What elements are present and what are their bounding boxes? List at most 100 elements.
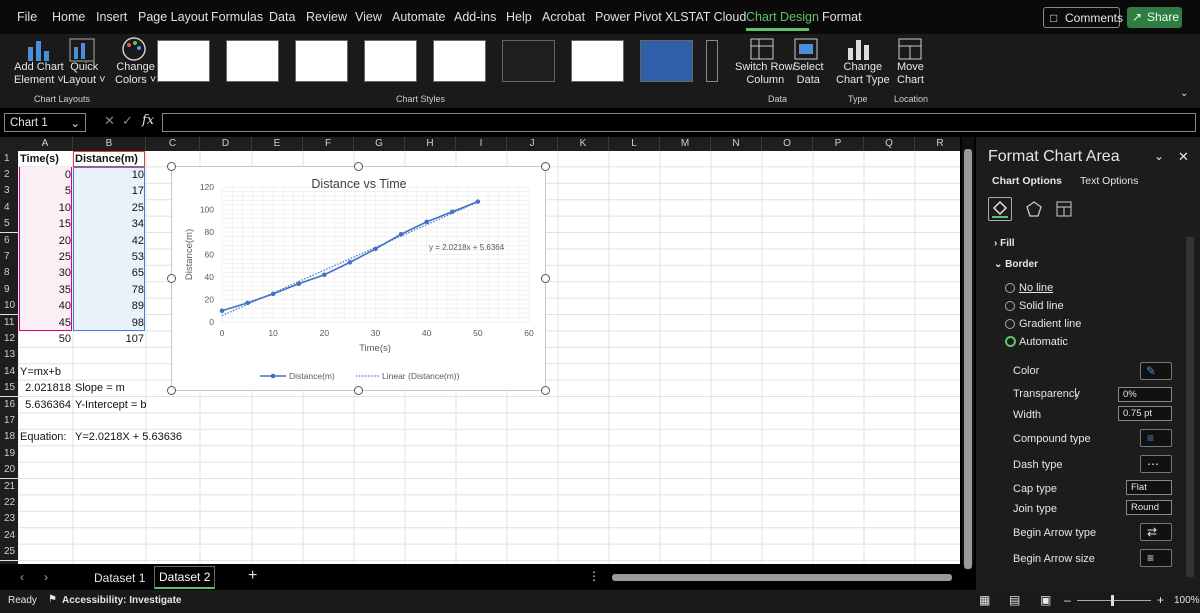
- join-type-select[interactable]: Round: [1126, 500, 1172, 515]
- cell-intercept-label[interactable]: Y-Intercept = b: [75, 397, 195, 413]
- menu-page-layout[interactable]: Page Layout: [138, 10, 208, 24]
- add-sheet-button[interactable]: +: [248, 567, 257, 585]
- quick-layout-button[interactable]: Quick Layout ˅: [63, 61, 106, 87]
- column-header-P[interactable]: P: [813, 137, 864, 151]
- resize-handle[interactable]: [167, 274, 176, 283]
- row-header-20[interactable]: 20: [0, 462, 18, 479]
- menu-acrobat[interactable]: Acrobat: [542, 10, 585, 24]
- chart-style-2[interactable]: [226, 40, 279, 82]
- cell-time[interactable]: 15: [20, 216, 71, 232]
- chart-styles-scroll[interactable]: [706, 40, 718, 82]
- sheet-tab-dataset-1[interactable]: Dataset 1: [94, 571, 145, 585]
- column-header-L[interactable]: L: [609, 137, 660, 151]
- vertical-scrollbar[interactable]: [962, 137, 974, 569]
- change-chart-type-button[interactable]: Change Chart Type: [836, 61, 890, 87]
- accessibility-status[interactable]: Accessibility: Investigate: [62, 595, 182, 606]
- column-header-F[interactable]: F: [303, 137, 354, 151]
- enter-icon[interactable]: ✓: [122, 113, 133, 129]
- menu-addins[interactable]: Add-ins: [454, 10, 496, 24]
- normal-view-icon[interactable]: ▦: [979, 593, 990, 607]
- size-properties-icon[interactable]: [1054, 199, 1074, 219]
- dash-type-button[interactable]: ⋯: [1140, 455, 1172, 473]
- column-header-N[interactable]: N: [711, 137, 762, 151]
- cell-distance[interactable]: 10: [75, 167, 144, 183]
- row-header-12[interactable]: 12: [0, 330, 18, 348]
- cell-distance[interactable]: 107: [75, 331, 144, 347]
- row-header-23[interactable]: 23: [0, 511, 18, 528]
- column-header-K[interactable]: K: [558, 137, 609, 151]
- resize-handle[interactable]: [541, 274, 550, 283]
- fill-section[interactable]: › Fill: [994, 238, 1015, 249]
- resize-handle[interactable]: [354, 162, 363, 171]
- row-header-21[interactable]: 21: [0, 478, 18, 495]
- border-section[interactable]: ⌄ Border: [994, 259, 1038, 270]
- tab-text-options[interactable]: Text Options: [1080, 175, 1138, 187]
- cell-time[interactable]: 35: [20, 282, 71, 298]
- horizontal-scrollbar[interactable]: [612, 574, 952, 581]
- chart-style-5[interactable]: [433, 40, 486, 82]
- resize-handle[interactable]: [354, 386, 363, 395]
- menu-automate[interactable]: Automate: [392, 10, 446, 24]
- cell-time[interactable]: 45: [20, 315, 71, 331]
- cell-time[interactable]: 25: [20, 249, 71, 265]
- prev-sheet-icon[interactable]: ‹: [20, 570, 24, 584]
- fill-line-tab[interactable]: [988, 197, 1012, 221]
- function-icon[interactable]: fx: [142, 113, 154, 128]
- resize-handle[interactable]: [541, 162, 550, 171]
- menu-format[interactable]: Format: [822, 10, 862, 24]
- row-header-13[interactable]: 13: [0, 347, 18, 364]
- select-data-button[interactable]: Select Data: [793, 61, 824, 87]
- row-header-3[interactable]: 3: [0, 183, 18, 200]
- row-header-4[interactable]: 4: [0, 199, 18, 217]
- page-layout-view-icon[interactable]: ▤: [1009, 593, 1020, 607]
- width-input[interactable]: 0.75 pt: [1118, 406, 1172, 421]
- menu-xlstat[interactable]: XLSTAT Cloud: [665, 10, 746, 24]
- chart-style-3[interactable]: [295, 40, 348, 82]
- row-header-8[interactable]: 8: [0, 265, 18, 282]
- row-header-10[interactable]: 10: [0, 298, 18, 315]
- row-header-24[interactable]: 24: [0, 527, 18, 545]
- column-header-C[interactable]: C: [146, 137, 200, 151]
- menu-review[interactable]: Review: [306, 10, 347, 24]
- chart-style-8[interactable]: [640, 40, 693, 82]
- row-header-17[interactable]: 17: [0, 412, 18, 430]
- row-header-1[interactable]: 1: [0, 150, 18, 167]
- cell-distance[interactable]: 98: [75, 315, 144, 331]
- tab-chart-options[interactable]: Chart Options: [992, 175, 1062, 187]
- move-chart-button[interactable]: Move Chart: [897, 61, 924, 87]
- column-header-M[interactable]: M: [660, 137, 711, 151]
- row-header-15[interactable]: 15: [0, 380, 18, 397]
- row-header-14[interactable]: 14: [0, 363, 18, 381]
- more-options-icon[interactable]: ⋮: [588, 569, 600, 583]
- resize-handle[interactable]: [541, 386, 550, 395]
- cell-time[interactable]: 30: [20, 265, 71, 281]
- cell-slope-value[interactable]: 2.021818: [20, 380, 71, 396]
- cell-time[interactable]: 40: [20, 298, 71, 314]
- compound-type-button[interactable]: ≡: [1140, 429, 1172, 447]
- chart-style-7[interactable]: [571, 40, 624, 82]
- column-header-D[interactable]: D: [200, 137, 252, 151]
- page-break-view-icon[interactable]: ▣: [1040, 593, 1051, 607]
- cell-header-distance[interactable]: Distance(m): [75, 151, 144, 167]
- menu-power-pivot[interactable]: Power Pivot: [595, 10, 662, 24]
- menu-formulas[interactable]: Formulas: [211, 10, 263, 24]
- menu-chart-design[interactable]: Chart Design: [746, 10, 819, 24]
- cell-time[interactable]: 5: [20, 183, 71, 199]
- menu-home[interactable]: Home: [52, 10, 85, 24]
- column-header-A[interactable]: A: [18, 137, 73, 151]
- cell-distance[interactable]: 65: [75, 265, 144, 281]
- switch-row-column-button[interactable]: Switch Row/Column: [735, 61, 796, 87]
- row-header-19[interactable]: 19: [0, 445, 18, 463]
- pane-scrollbar[interactable]: [1186, 237, 1194, 577]
- cell-distance[interactable]: 53: [75, 249, 144, 265]
- cell-time[interactable]: 0: [20, 167, 71, 183]
- cap-type-select[interactable]: Flat: [1126, 480, 1172, 495]
- row-header-5[interactable]: 5: [0, 216, 18, 233]
- cell-distance[interactable]: 78: [75, 282, 144, 298]
- name-box[interactable]: Chart 1 ⌄: [4, 113, 86, 132]
- cell-note[interactable]: Y=mx+b: [20, 364, 140, 380]
- formula-input[interactable]: [162, 113, 1196, 132]
- cell-intercept-value[interactable]: 5.636364: [20, 397, 71, 413]
- cell-time[interactable]: 50: [20, 331, 71, 347]
- cell-distance[interactable]: 34: [75, 216, 144, 232]
